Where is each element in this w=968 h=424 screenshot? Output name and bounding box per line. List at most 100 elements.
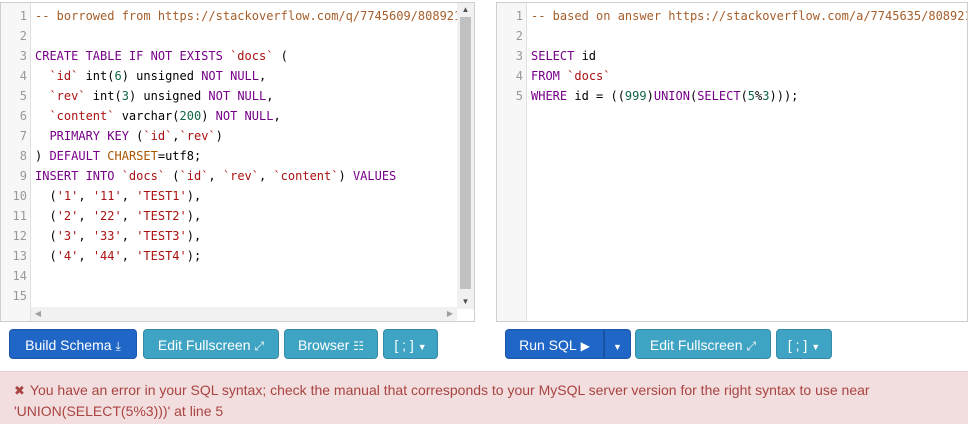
code-line[interactable]: ) DEFAULT CHARSET=utf8; xyxy=(35,146,474,166)
scroll-thumb[interactable] xyxy=(460,17,471,289)
code-line[interactable]: PRIMARY KEY (`id`,`rev`) xyxy=(35,126,474,146)
code-line[interactable]: `rev` int(3) unsigned NOT NULL, xyxy=(35,86,474,106)
line-number: 10 xyxy=(12,189,27,203)
code-line[interactable]: `id` int(6) unsigned NOT NULL, xyxy=(35,66,474,86)
line-number: 4 xyxy=(19,69,27,83)
line-number: 1 xyxy=(19,9,27,23)
query-gutter: 1 2 3 4 5 xyxy=(497,3,527,321)
code-line[interactable]: WHERE id = ((999)UNION(SELECT(5%3))); xyxy=(531,86,967,106)
code-line[interactable]: ('3', '33', 'TEST3'), xyxy=(35,226,474,246)
code-line[interactable]: CREATE TABLE IF NOT EXISTS `docs` ( xyxy=(35,46,474,66)
code-token: ) xyxy=(338,169,353,183)
code-token: ), xyxy=(186,189,202,203)
edit-fullscreen-label: Edit Fullscreen xyxy=(157,337,251,353)
line-number: 1 xyxy=(515,9,523,23)
code-token: '11' xyxy=(92,189,122,203)
code-token: , xyxy=(273,109,281,123)
code-line[interactable]: ('1', '11', 'TEST1'), xyxy=(35,186,474,206)
code-line[interactable]: INSERT INTO `docs` (`id`, `rev`, `conten… xyxy=(35,166,474,186)
code-token: `content` xyxy=(273,169,339,183)
code-token: , xyxy=(121,209,137,223)
code-token: ( xyxy=(740,89,748,103)
code-token: `docs` xyxy=(121,169,166,183)
code-token: `content` xyxy=(49,109,115,123)
scroll-right-icon[interactable]: ▶ xyxy=(443,307,457,321)
code-line[interactable]: SELECT id xyxy=(531,46,967,66)
code-token: , xyxy=(266,89,274,103)
code-token: , xyxy=(259,169,274,183)
line-number: 12 xyxy=(12,229,27,243)
schema-horizontal-scrollbar[interactable]: ◀ ▶ xyxy=(31,307,457,321)
code-token: SELECT xyxy=(531,49,575,63)
code-line[interactable] xyxy=(35,286,474,306)
code-token: 999 xyxy=(624,89,647,103)
code-line[interactable] xyxy=(35,26,474,46)
code-token: WHERE xyxy=(531,89,568,103)
schema-editor[interactable]: 1 2 3 4 5 6 7 8 9 10 11 12 13 14 15 -- borrowed from h… xyxy=(0,2,475,322)
code-token: varchar( xyxy=(114,109,180,123)
line-number: 2 xyxy=(19,29,27,43)
code-token: 200 xyxy=(179,109,202,123)
code-line[interactable]: ('4', '44', 'TEST4'); xyxy=(35,246,474,266)
query-editor[interactable]: 1 2 3 4 5 -- based on answer https://stackov… xyxy=(496,2,968,322)
schema-code[interactable]: -- borrowed from https://stackoverflow.c… xyxy=(35,6,474,306)
code-token: CREATE TABLE IF NOT EXISTS xyxy=(35,49,231,63)
code-token: '2' xyxy=(56,209,79,223)
scroll-left-icon[interactable]: ◀ xyxy=(31,307,45,321)
line-number: 8 xyxy=(19,149,27,163)
run-sql-button[interactable]: Run SQL ▶ xyxy=(505,329,604,359)
code-token: 3 xyxy=(121,89,129,103)
line-number: 9 xyxy=(19,169,27,183)
run-sql-label: Run SQL xyxy=(519,337,577,353)
code-line[interactable]: -- based on answer https://stackoverflow… xyxy=(531,6,967,26)
delimiter-dropdown-left[interactable]: [ ; ] ▼ xyxy=(383,329,438,359)
code-token: `id` xyxy=(49,69,79,83)
scroll-down-icon[interactable]: ▼ xyxy=(457,295,474,309)
code-token: ( xyxy=(35,189,57,203)
code-token: 'TEST2' xyxy=(136,209,187,223)
code-line[interactable] xyxy=(35,266,474,286)
download-icon: ⤓ xyxy=(115,339,121,353)
line-number: 14 xyxy=(12,269,27,283)
code-line[interactable]: -- borrowed from https://stackoverflow.c… xyxy=(35,6,474,26)
code-token: id xyxy=(574,49,597,63)
delimiter-dropdown-right[interactable]: [ ; ] ▼ xyxy=(776,329,832,359)
schema-gutter: 1 2 3 4 5 6 7 8 9 10 11 12 13 14 15 xyxy=(1,3,31,321)
delimiter-label: [ ; ] xyxy=(787,337,808,353)
code-line[interactable] xyxy=(531,26,967,46)
caret-down-icon: ▼ xyxy=(417,342,427,352)
code-token: '4' xyxy=(56,249,79,263)
code-line[interactable]: `content` varchar(200) NOT NULL, xyxy=(35,106,474,126)
code-token: `docs` xyxy=(230,49,274,63)
run-sql-dropdown-toggle[interactable]: ▼ xyxy=(604,329,631,359)
build-schema-button[interactable]: Build Schema ⤓ xyxy=(9,329,137,359)
scroll-up-icon[interactable]: ▲ xyxy=(457,3,474,17)
code-token: , xyxy=(78,209,93,223)
play-icon: ▶ xyxy=(580,339,590,353)
schema-vertical-scrollbar[interactable]: ▲ ▼ xyxy=(457,3,474,309)
code-token: ( xyxy=(165,169,180,183)
edit-fullscreen-button[interactable]: Edit Fullscreen ⤢ xyxy=(143,329,279,359)
build-schema-label: Build Schema xyxy=(25,337,112,353)
code-token: 5 xyxy=(747,89,756,103)
code-token: ) xyxy=(646,89,654,103)
query-code[interactable]: -- based on answer https://stackoverflow… xyxy=(531,6,967,106)
code-token: '22' xyxy=(92,209,122,223)
query-edit-fullscreen-button[interactable]: Edit Fullscreen ⤢ xyxy=(635,329,771,359)
code-line[interactable]: FROM `docs` xyxy=(531,66,967,86)
caret-down-icon: ▼ xyxy=(613,342,622,352)
tree-icon: ☷ xyxy=(353,339,365,353)
query-edit-fullscreen-label: Edit Fullscreen xyxy=(649,337,743,353)
line-number: 5 xyxy=(515,89,523,103)
code-token: , xyxy=(78,229,93,243)
browser-button[interactable]: Browser ☷ xyxy=(284,329,378,359)
error-alert: ✖ You have an error in your SQL syntax; c… xyxy=(0,371,968,424)
code-token: ( xyxy=(128,129,144,143)
code-line[interactable]: ('2', '22', 'TEST2'), xyxy=(35,206,474,226)
code-token: -- borrowed from https://stackoverflow.c… xyxy=(35,9,462,23)
line-number: 6 xyxy=(19,109,27,123)
line-number: 2 xyxy=(515,29,523,43)
line-number: 15 xyxy=(12,289,27,303)
code-token: INSERT INTO xyxy=(35,169,122,183)
